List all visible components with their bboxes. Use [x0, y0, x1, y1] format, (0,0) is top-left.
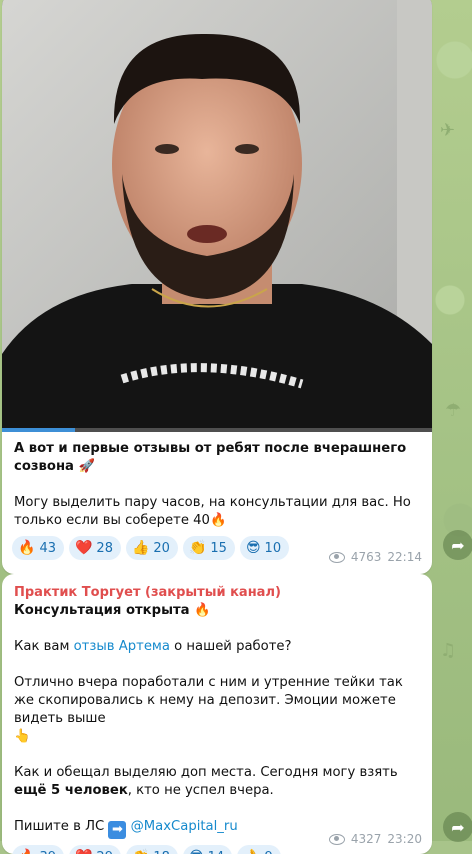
doodle-icon: ☂: [445, 400, 462, 421]
video-progress-fill: [2, 428, 76, 432]
reaction-heart[interactable]: ❤️ 28: [68, 536, 121, 560]
contact-link[interactable]: @MaxCapital_ru: [131, 819, 238, 834]
reaction-thumbs-up[interactable]: 👍 20: [125, 536, 178, 560]
post-body: Могу выделить пару часов, на консультаци…: [14, 495, 411, 528]
message-meta: 4763 22:14: [328, 550, 422, 564]
video-player[interactable]: [2, 0, 432, 432]
views-count: 4763: [350, 550, 382, 564]
fire-icon: 🔥: [209, 513, 227, 528]
fire-icon: 🔥: [194, 603, 211, 618]
point-up-icon: 👆: [14, 729, 31, 744]
channel-post: Практик Торгует (закрытый канал) Консуль…: [2, 574, 432, 854]
reaction-clap[interactable]: 👏18: [125, 845, 178, 854]
review-link[interactable]: отзыв Артема: [74, 639, 170, 654]
doodle-icon: ♫: [440, 640, 457, 661]
reaction-fire[interactable]: 🔥 43: [12, 536, 64, 560]
views-count: 4327: [350, 832, 382, 846]
doodle-icon: ✈: [440, 120, 456, 141]
reaction-heart[interactable]: ❤️29: [68, 845, 121, 854]
video-progress-bar[interactable]: [2, 428, 432, 432]
post-title: А вот и первые отзывы от ребят после вче…: [14, 441, 407, 474]
right-arrow-icon: ➡: [108, 821, 127, 839]
rocket-icon: 🚀: [78, 459, 95, 474]
message-time: 23:20: [387, 832, 422, 846]
reaction-fire[interactable]: 🔥39: [12, 845, 64, 854]
views-eye-icon: [328, 551, 345, 563]
forwarded-from-sender[interactable]: Практик Торгует (закрытый канал): [14, 584, 420, 602]
reaction-cool[interactable]: 😎 10: [239, 536, 290, 560]
post-question: Как вам отзыв Артема о нашей работе?: [14, 639, 292, 654]
message-time: 22:14: [387, 550, 422, 564]
views-eye-icon: [328, 833, 345, 845]
reactions-bar: 🔥39 ❤️29 👏18 😎14 👌9: [2, 845, 432, 854]
message-meta: 4327 23:20: [328, 832, 422, 846]
share-arrow-icon[interactable]: ➦: [443, 812, 472, 842]
post-heading: Консультация открыта 🔥: [14, 603, 211, 618]
reaction-clap[interactable]: 👏 15: [182, 536, 235, 560]
reaction-cool[interactable]: 😎14: [182, 845, 233, 854]
post-paragraph: Как и обещал выделяю доп места. Сегодня …: [14, 765, 398, 798]
video-frame: [2, 0, 432, 432]
post-paragraph: Отлично вчера поработали с ним и утренни…: [14, 675, 403, 744]
share-arrow-icon[interactable]: ➦: [443, 530, 472, 560]
channel-post: А вот и первые отзывы от ребят после вче…: [2, 0, 432, 574]
reaction-ok[interactable]: 👌9: [237, 845, 281, 854]
